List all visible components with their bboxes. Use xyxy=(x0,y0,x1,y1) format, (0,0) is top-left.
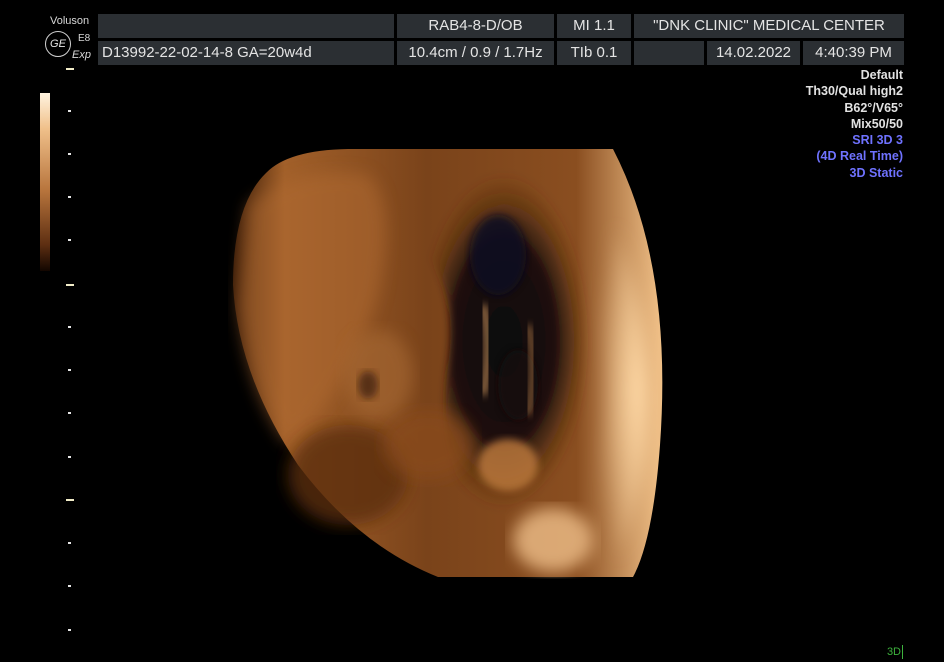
exam-date: 14.02.2022 xyxy=(707,41,800,65)
clinic-name: "DNK CLINIC" MEDICAL CENTER xyxy=(634,14,904,38)
brand-name: Voluson xyxy=(50,15,90,27)
probe-label: RAB4-8-D/OB xyxy=(397,14,554,38)
depth-tick xyxy=(68,110,71,112)
ge-logo-icon: GE xyxy=(45,31,71,57)
header-empty-cell xyxy=(98,14,394,38)
render-parameters: Default Th30/Qual high2 B62°/V65° Mix50/… xyxy=(806,67,903,181)
sri-label: SRI 3D 3 xyxy=(852,133,903,148)
ultrasound-3d-render xyxy=(233,149,663,577)
realtime-label: (4D Real Time) xyxy=(816,149,903,164)
depth-tick xyxy=(68,196,71,198)
exam-time: 4:40:39 PM xyxy=(803,41,904,65)
depth-tick xyxy=(66,68,74,70)
quality-label: Th30/Qual high2 xyxy=(805,84,903,99)
depth-tick xyxy=(68,369,71,371)
static-label: 3D Static xyxy=(849,165,904,180)
patient-id: D13992-22-02-14-8 GA=20w4d xyxy=(98,41,394,65)
depth-tick xyxy=(68,326,71,328)
header-bar: Voluson GE E8 Exp RAB4-8-D/OB MI 1.1 "DN… xyxy=(40,14,904,66)
model-name: E8 xyxy=(78,33,91,44)
depth-tick xyxy=(68,412,71,414)
depth-tick xyxy=(68,629,71,631)
exp-mode: Exp xyxy=(72,49,91,61)
depth-tick xyxy=(66,284,74,286)
depth-scale xyxy=(66,66,74,646)
depth-tick xyxy=(68,153,71,155)
tib-value: TIb 0.1 xyxy=(557,41,631,65)
mode-tag: 3D xyxy=(886,645,903,659)
mix-label: Mix50/50 xyxy=(850,116,903,131)
depth-tick xyxy=(68,456,71,458)
acquisition-params: 10.4cm / 0.9 / 1.7Hz xyxy=(397,41,554,65)
angles-label: B62°/V65° xyxy=(844,100,903,115)
depth-tick xyxy=(66,499,74,501)
header-empty-cell-2 xyxy=(634,41,704,65)
color-map-bar xyxy=(40,93,50,271)
brand-box: Voluson GE E8 Exp xyxy=(40,14,96,66)
depth-tick xyxy=(68,542,71,544)
depth-tick xyxy=(68,585,71,587)
preset-label: Default xyxy=(860,68,903,82)
depth-tick xyxy=(68,239,71,241)
mi-value: MI 1.1 xyxy=(557,14,631,38)
